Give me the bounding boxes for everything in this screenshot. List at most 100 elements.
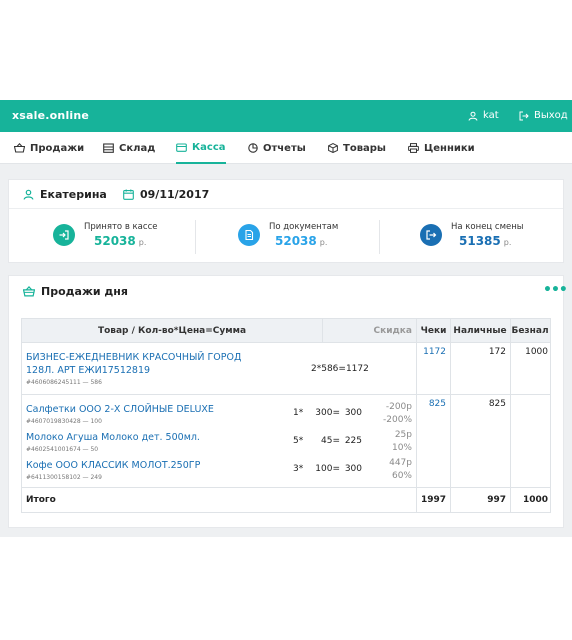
nav-label: Склад xyxy=(119,142,156,154)
more-options-button[interactable]: ••• xyxy=(543,282,568,298)
column-header-cash[interactable]: Наличные xyxy=(450,319,510,343)
divider xyxy=(416,319,417,512)
cashier-name: Екатерина xyxy=(23,188,107,201)
product-price: 45= xyxy=(321,436,340,446)
total-cash: 997 xyxy=(487,495,506,505)
sales-title: Продажи дня xyxy=(23,285,128,298)
nav-item-price-tags[interactable]: Ценники xyxy=(408,132,475,164)
product-sku: #4607019830428 — 100 xyxy=(26,418,102,425)
product-sku: #4602541001674 — 50 xyxy=(26,446,99,453)
stat-label: Принято в кассе xyxy=(84,222,158,232)
user-icon xyxy=(23,189,34,200)
column-header-receipts[interactable]: Чеки xyxy=(417,319,450,343)
nav-item-sales[interactable]: Продажи xyxy=(14,132,84,164)
product-qty: 3* xyxy=(293,464,304,474)
stat-amount: 51385 xyxy=(459,234,501,248)
currency-label: р. xyxy=(503,238,512,247)
document-icon xyxy=(238,224,260,246)
shift-date-text: 09/11/2017 xyxy=(140,188,210,201)
printer-icon xyxy=(408,143,419,153)
pie-chart-icon xyxy=(248,143,258,153)
box-icon xyxy=(328,143,338,153)
nav-item-cashbox[interactable]: Касса xyxy=(176,132,226,164)
logout-icon xyxy=(519,111,529,121)
user-icon xyxy=(468,111,478,121)
card-amount: 1000 xyxy=(525,347,548,357)
discount-amount: -200р xyxy=(385,402,412,412)
discount-amount: 447р xyxy=(389,458,412,468)
divider xyxy=(22,487,550,488)
nav-item-products[interactable]: Товары xyxy=(328,132,386,164)
daily-sales-card: Продажи дня ••• Товар / Кол-во*Цена=Сумм… xyxy=(8,275,568,528)
nav-label: Товары xyxy=(343,142,386,154)
nav-label: Касса xyxy=(192,141,226,153)
calendar-icon xyxy=(123,189,134,200)
total-card: 1000 xyxy=(522,495,548,505)
nav-label: Ценники xyxy=(424,142,475,154)
stat-value: 51385 р. xyxy=(459,234,524,248)
receipt-link[interactable]: 1172 xyxy=(420,347,446,357)
warehouse-icon xyxy=(103,143,114,153)
sales-table: Товар / Кол-во*Цена=Сумма Скидка Чеки На… xyxy=(21,318,551,513)
discount-amount: 25р xyxy=(394,430,412,440)
cash-out-icon xyxy=(420,224,442,246)
discount-percent: 10% xyxy=(391,443,412,453)
stat-amount: 52038 xyxy=(94,234,136,248)
divider xyxy=(322,319,323,343)
stat-amount: 52038 xyxy=(275,234,317,248)
main-nav: Продажи Склад Касса Отчеты Товары Ценник… xyxy=(0,132,572,164)
logout-button[interactable]: Выход xyxy=(519,110,568,121)
product-qty: 5* xyxy=(293,436,304,446)
currency-label: р. xyxy=(138,238,147,247)
total-label: Итого xyxy=(26,495,56,505)
cashbox-icon xyxy=(176,142,187,152)
receipt-link[interactable]: 825 xyxy=(420,399,446,409)
product-sum: 300 xyxy=(344,408,362,418)
stat-value: 52038 р. xyxy=(275,234,338,248)
sales-title-text: Продажи дня xyxy=(41,285,128,298)
nav-item-reports[interactable]: Отчеты xyxy=(248,132,306,164)
product-name-line[interactable]: БИЗНЕС-ЕЖЕДНЕВНИК КРАСОЧНЫЙ ГОРОД xyxy=(26,351,241,364)
product-name[interactable]: Молоко Агуша Молоко дет. 500мл. xyxy=(26,431,200,444)
cashier-name-text: Екатерина xyxy=(40,188,107,201)
total-receipts: 1997 xyxy=(420,495,446,505)
stat-value: 52038 р. xyxy=(94,234,157,248)
column-header-card[interactable]: Безнал xyxy=(510,319,550,343)
product-sku: #4606086245111 — 586 xyxy=(26,379,102,386)
stat-label: На конец смены xyxy=(451,222,524,232)
product-name[interactable]: Салфетки ООО 2-Х СЛОЙНЫЕ DELUXE xyxy=(26,403,214,416)
divider xyxy=(22,394,550,395)
shift-summary-card: Екатерина 09/11/2017 Принято в кассе 520… xyxy=(8,179,564,263)
basket-icon xyxy=(14,143,25,153)
currency-label: р. xyxy=(319,238,328,247)
cash-in-icon xyxy=(53,224,75,246)
product-sum: 225 xyxy=(344,436,362,446)
product-calc: 2*586=1172 xyxy=(311,364,369,374)
product-qty: 1* xyxy=(293,408,304,418)
stat-label: По документам xyxy=(269,222,339,232)
product-sku: #6411300158102 — 249 xyxy=(26,474,102,481)
user-name: kat xyxy=(483,110,499,121)
product-name[interactable]: Кофе ООО КЛАССИК МОЛОТ.250ГР xyxy=(26,459,200,472)
discount-percent: -200% xyxy=(383,415,412,425)
nav-label: Продажи xyxy=(30,142,85,154)
shift-header: Екатерина 09/11/2017 xyxy=(9,180,563,209)
divider xyxy=(450,319,451,512)
nav-label: Отчеты xyxy=(263,142,306,154)
logout-label: Выход xyxy=(534,110,568,121)
nav-item-warehouse[interactable]: Склад xyxy=(103,132,155,164)
user-menu[interactable]: kat xyxy=(468,110,499,121)
divider xyxy=(195,220,196,254)
top-bar: xsale.online kat Выход xyxy=(0,100,572,132)
discount-percent: 60% xyxy=(391,471,412,481)
product-name-line[interactable]: 128Л. АРТ ЕЖИ17512819 xyxy=(26,364,150,377)
shift-date[interactable]: 09/11/2017 xyxy=(123,188,209,201)
divider xyxy=(379,220,380,254)
basket-icon xyxy=(23,286,35,297)
column-header-discount[interactable]: Скидка xyxy=(322,319,417,343)
column-header-item[interactable]: Товар / Кол-во*Цена=Сумма xyxy=(22,319,322,343)
product-price: 100= xyxy=(315,464,340,474)
product-price: 300= xyxy=(315,408,340,418)
product-sum: 300 xyxy=(344,464,362,474)
brand-logo[interactable]: xsale.online xyxy=(12,109,89,122)
